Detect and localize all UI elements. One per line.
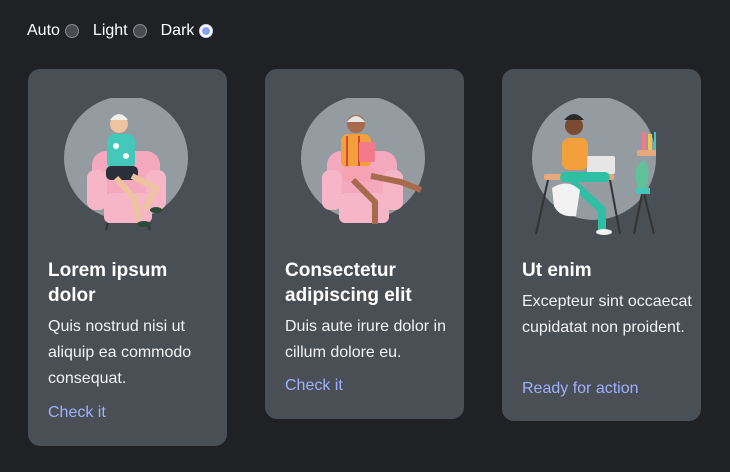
card-title: Consectetur adipiscing elit — [285, 260, 412, 306]
card-title: Lorem ipsum dolor — [48, 260, 168, 306]
theme-light-radio[interactable] — [132, 24, 147, 38]
theme-option-light[interactable]: Light — [93, 22, 147, 40]
person-at-desk-laptop-icon — [532, 98, 656, 235]
card-body: Quis nostrud nisi ut aliquip ea commodo … — [48, 318, 192, 387]
theme-option-label: Light — [92, 22, 128, 39]
check-it-link[interactable]: Check it — [48, 404, 106, 422]
card-body: Duis aute irure dolor in cillum dolore e… — [285, 318, 446, 361]
ready-for-action-link[interactable]: Ready for action — [522, 380, 639, 398]
theme-option-label: Dark — [160, 22, 195, 39]
person-reading-armchair-icon — [301, 98, 425, 224]
check-it-link[interactable]: Check it — [285, 377, 343, 395]
card-body: Excepteur sint occaecat cupidatat non pr… — [522, 293, 692, 336]
card-title: Ut enim — [522, 260, 592, 281]
theme-dark-radio[interactable] — [199, 24, 214, 38]
person-sitting-armchair-icon — [64, 98, 188, 231]
card-1: Lorem ipsum dolor Quis nostrud nisi ut a… — [28, 69, 227, 446]
theme-option-dark[interactable]: Dark — [161, 22, 214, 40]
theme-switcher: Auto Light Dark — [27, 22, 227, 40]
theme-option-auto[interactable]: Auto — [27, 22, 79, 40]
theme-auto-radio[interactable] — [64, 24, 79, 38]
theme-option-label: Auto — [27, 22, 60, 39]
card-3: Ut enim Excepteur sint occaecat cupidata… — [502, 69, 701, 421]
card-2: Consectetur adipiscing elit Duis aute ir… — [265, 69, 464, 419]
